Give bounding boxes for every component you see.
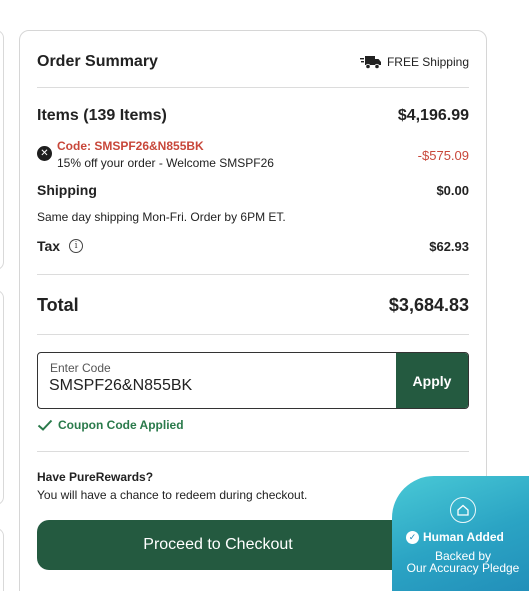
- check-icon: [37, 419, 53, 431]
- adjacent-card: [0, 30, 4, 270]
- tax-label: Tax: [37, 238, 61, 254]
- shipping-label: Shipping: [37, 182, 97, 198]
- human-added-title-group: ✓ Human Added: [406, 530, 504, 544]
- total-row: Total $3,684.83: [37, 293, 469, 317]
- free-shipping-label: FREE Shipping: [386, 55, 469, 69]
- divider: [37, 451, 469, 452]
- pledge-text: Our Accuracy Pledge: [406, 561, 520, 575]
- promo-input-wrap: Enter Code: [38, 353, 396, 408]
- shipping-note: Same day shipping Mon-Fri. Order by 6PM …: [37, 210, 286, 224]
- total-value: $3,684.83: [388, 294, 469, 315]
- coupon-applied-text: Coupon Code Applied: [58, 418, 184, 432]
- promo-code-box: Enter Code Apply: [37, 352, 469, 409]
- promo-code-input[interactable]: [49, 377, 379, 395]
- divider: [37, 334, 469, 335]
- items-value: $4,196.99: [397, 107, 469, 124]
- shipping-row: Shipping $0.00: [37, 181, 469, 199]
- apply-button[interactable]: Apply: [396, 353, 468, 408]
- summary-header: Order Summary FREE Shipping: [37, 50, 469, 74]
- discount-value: -$575.09: [417, 148, 469, 163]
- free-shipping-badge: FREE Shipping: [359, 54, 469, 70]
- info-icon[interactable]: i: [69, 239, 84, 253]
- truck-icon: [359, 56, 381, 70]
- tax-row: Tax i $62.93: [37, 236, 469, 256]
- coupon-applied-status: Coupon Code Applied: [37, 418, 184, 432]
- human-added-badge[interactable]: ✓ Human Added Backed by Our Accuracy Ple…: [392, 476, 529, 591]
- code-description: 15% off your order - Welcome SMSPF26: [57, 156, 274, 170]
- applied-code-row: ✕ Code: SMSPF26&N855BK 15% off your orde…: [37, 137, 469, 171]
- verify-icon: ✓: [406, 530, 419, 544]
- accuracy-pledge-text: Backed by Our Accuracy Pledge: [392, 550, 529, 574]
- tax-value: $62.93: [429, 238, 469, 254]
- total-label: Total: [37, 294, 79, 315]
- items-label: Items (139 Items): [37, 107, 167, 124]
- rewards-title: Have PureRewards?: [37, 470, 154, 484]
- items-row: Items (139 Items) $4,196.99: [37, 105, 469, 127]
- tax-label-group: Tax i: [37, 238, 84, 254]
- human-added-title: Human Added: [423, 530, 504, 544]
- adjacent-card: [0, 290, 4, 505]
- divider: [37, 87, 469, 88]
- remove-code-icon[interactable]: ✕: [37, 146, 52, 161]
- adjacent-card: [0, 528, 4, 591]
- shipping-value: $0.00: [436, 182, 469, 198]
- promo-input-label: Enter Code: [50, 361, 111, 375]
- rewards-description: You will have a chance to redeem during …: [37, 488, 308, 502]
- home-icon: [450, 497, 476, 523]
- divider: [37, 274, 469, 275]
- code-label: Code: SMSPF26&N855BK: [57, 139, 204, 153]
- summary-title: Order Summary: [37, 53, 158, 70]
